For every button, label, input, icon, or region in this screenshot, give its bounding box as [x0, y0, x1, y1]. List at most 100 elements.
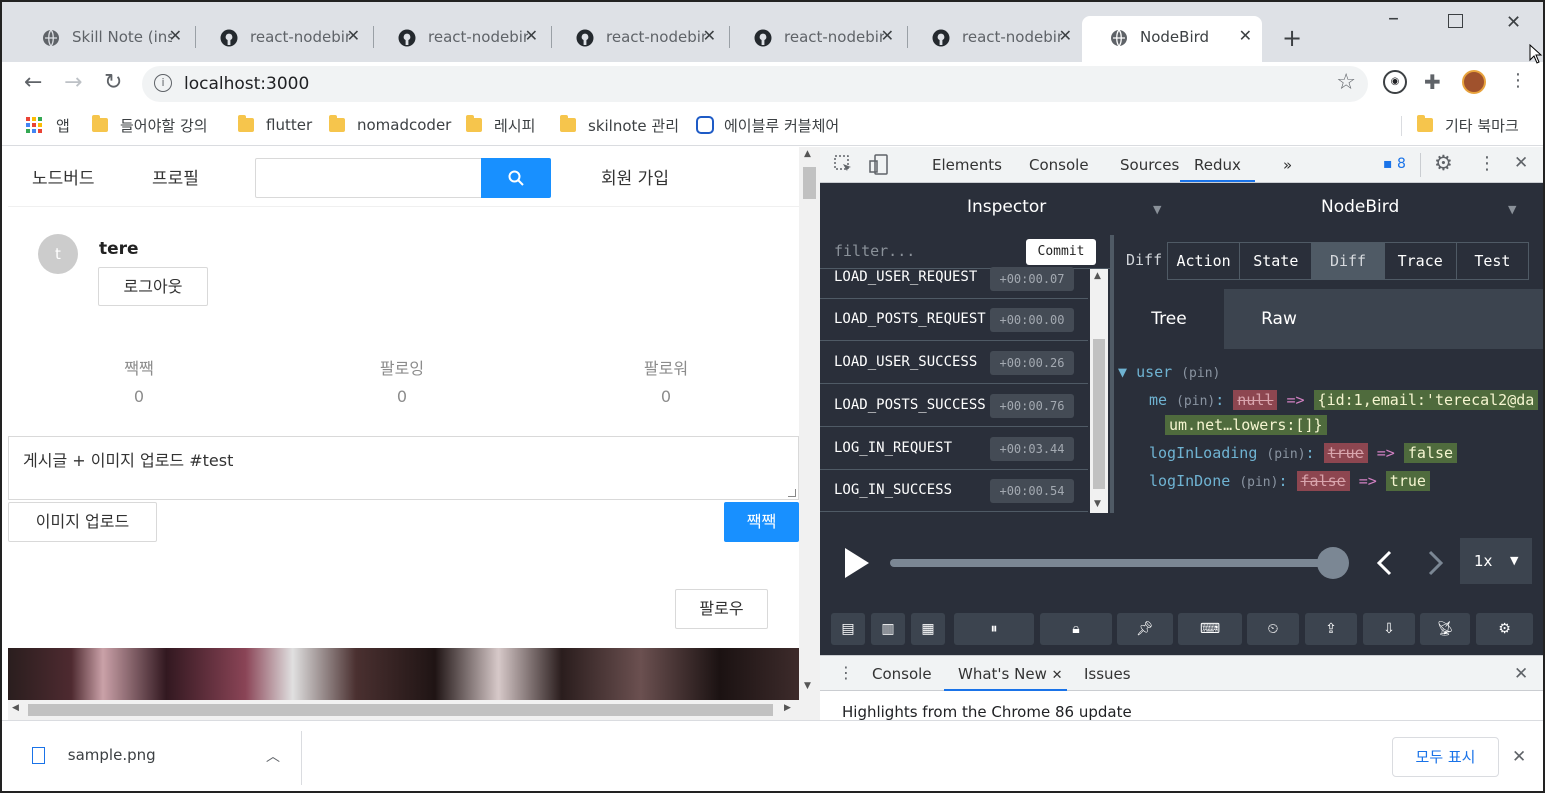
page-vertical-scrollbar[interactable]: ▲ ▼ — [799, 147, 820, 700]
drawer-tab-whats-new[interactable]: What's New ✕ — [944, 665, 1067, 691]
drawer-tab-issues[interactable]: Issues — [1084, 665, 1131, 683]
step-forward-icon[interactable] — [1426, 550, 1444, 576]
logout-button[interactable]: 로그아웃 — [98, 267, 208, 306]
close-icon[interactable]: ✕ — [169, 26, 182, 45]
show-all-button[interactable]: 모두 표시 — [1392, 737, 1499, 777]
keyboard-icon[interactable]: ⌨ — [1178, 613, 1242, 645]
instance-select[interactable]: NodeBird — [1321, 197, 1399, 217]
page-horizontal-scrollbar[interactable]: ◀ ▶ — [8, 700, 820, 720]
search-button[interactable] — [481, 158, 551, 198]
window-close-icon[interactable]: ✕ — [1506, 12, 1521, 33]
device-toolbar-icon[interactable] — [868, 154, 890, 176]
pin-button[interactable]: (pin) — [1239, 475, 1278, 490]
address-bar[interactable]: i localhost:3000 ☆ — [142, 66, 1368, 102]
tab-action[interactable]: Action — [1168, 243, 1241, 279]
tab-sources[interactable]: Sources — [1120, 156, 1179, 174]
scroll-thumb[interactable] — [803, 167, 816, 199]
tree-root[interactable]: ▼ user (pin) — [1118, 363, 1220, 381]
resize-handle[interactable] — [788, 489, 796, 497]
menu-profile[interactable]: 프로필 — [152, 164, 199, 189]
action-filter[interactable]: filter... Commit — [820, 235, 1110, 269]
settings-gear-icon[interactable]: ⚙ — [1476, 613, 1533, 645]
minimize-icon[interactable]: – — [1388, 6, 1399, 31]
inspector-bottom-icon[interactable]: ▦ — [911, 613, 945, 645]
action-item[interactable]: LOAD_USER_SUCCESS +00:00.26 — [820, 343, 1088, 384]
puzzle-icon[interactable]: ✚ — [1424, 70, 1448, 94]
profile-avatar-icon[interactable] — [1462, 70, 1486, 94]
maximize-icon[interactable] — [1448, 14, 1463, 28]
tab-react-nodebird-1[interactable]: react-nodebird ✕ — [192, 16, 370, 62]
bookmark-folder[interactable]: flutter — [238, 114, 312, 136]
new-tab-button[interactable]: + — [1282, 24, 1302, 52]
chevron-down-icon[interactable]: ▼ — [1153, 203, 1161, 216]
tab-react-nodebird-5[interactable]: react-nodebird ✕ — [904, 16, 1082, 62]
tab-react-nodebird-4[interactable]: react-nodebird ✕ — [726, 16, 904, 62]
search-input[interactable] — [255, 158, 482, 198]
tab-diff[interactable]: Diff — [1312, 243, 1385, 279]
scroll-up-icon[interactable]: ▲ — [804, 149, 811, 159]
menu-dots-icon[interactable]: ⋮ — [1506, 70, 1530, 94]
forward-icon[interactable]: → — [64, 70, 82, 95]
menu-home[interactable]: 노드버드 — [32, 164, 95, 189]
scroll-up-icon[interactable]: ▲ — [1094, 271, 1101, 281]
devtools-menu-icon[interactable]: ⋮ — [1478, 153, 1496, 174]
chevron-up-icon[interactable]: ︿ — [266, 746, 280, 766]
inspector-select[interactable]: Inspector — [967, 197, 1046, 217]
lock-icon[interactable]: 🔒︎ — [1040, 613, 1112, 645]
reload-icon[interactable]: ↻ — [104, 70, 122, 95]
inspector-left-icon[interactable]: ▤ — [831, 613, 865, 645]
back-icon[interactable]: ← — [24, 70, 42, 95]
bookmark-folder[interactable]: skilnote 관리 — [560, 114, 679, 136]
bookmark-folder[interactable]: 들어야할 강의 — [92, 114, 208, 136]
commit-button[interactable]: Commit — [1026, 239, 1096, 265]
bookmark-folder[interactable]: 레시피 — [466, 114, 535, 136]
bookmark-link[interactable]: 에이블루 커블체어 — [696, 114, 839, 136]
scroll-right-icon[interactable]: ▶ — [784, 703, 791, 713]
tab-trace[interactable]: Trace — [1385, 243, 1457, 279]
pause-recording-icon[interactable]: ⏸ — [954, 613, 1034, 645]
remote-icon[interactable]: 📡︎ — [1420, 613, 1470, 645]
post-textarea[interactable]: 게시글 + 이미지 업로드 #test — [8, 436, 799, 500]
action-item[interactable]: LOAD_USER_REQUEST +00:00.07 — [820, 267, 1088, 299]
tab-nodebird[interactable]: NodeBird ✕ — [1082, 16, 1262, 62]
drawer-tab-console[interactable]: Console — [872, 665, 932, 683]
scroll-left-icon[interactable]: ◀ — [12, 703, 19, 713]
clock-off-icon[interactable]: ⏲ — [1247, 613, 1299, 645]
pin-icon[interactable]: 📌︎ — [1117, 613, 1173, 645]
upload-icon[interactable]: ⇪ — [1305, 613, 1357, 645]
tab-react-nodebird-2[interactable]: react-nodebird ✕ — [370, 16, 548, 62]
play-icon[interactable] — [843, 547, 871, 579]
scroll-thumb[interactable] — [28, 704, 773, 716]
bookmark-other[interactable]: 기타 북마크 — [1417, 114, 1519, 136]
speed-select[interactable]: 1x ▼ — [1460, 538, 1532, 584]
tab-tree[interactable]: Tree — [1114, 289, 1224, 349]
tab-state[interactable]: State — [1240, 243, 1313, 279]
submit-post-button[interactable]: 짹짹 — [724, 502, 799, 542]
action-item[interactable]: LOG_IN_SUCCESS +00:00.54 — [820, 471, 1088, 512]
close-icon[interactable]: ✕ — [1239, 26, 1252, 45]
tab-react-nodebird-3[interactable]: react-nodebird ✕ — [548, 16, 726, 62]
tab-console[interactable]: Console — [1029, 156, 1089, 174]
action-item[interactable]: LOAD_POSTS_REQUEST +00:00.00 — [820, 300, 1088, 341]
info-icon[interactable]: i — [154, 74, 172, 92]
more-tabs-icon[interactable]: » — [1283, 156, 1292, 174]
tab-raw[interactable]: Raw — [1224, 289, 1334, 349]
bookmark-star-icon[interactable]: ☆ — [1336, 70, 1356, 95]
close-icon[interactable]: ✕ — [525, 26, 538, 45]
scroll-thumb[interactable] — [1093, 339, 1105, 489]
menu-signup[interactable]: 회원 가입 — [601, 164, 669, 189]
tab-skill-note[interactable]: Skill Note (insert ✕ — [14, 16, 192, 62]
pin-button[interactable]: (pin) — [1176, 394, 1215, 409]
close-devtools-icon[interactable]: ✕ — [1514, 153, 1528, 173]
action-item[interactable]: LOAD_POSTS_SUCCESS +00:00.76 — [820, 386, 1088, 427]
close-drawer-icon[interactable]: ✕ — [1514, 664, 1528, 684]
pin-button[interactable]: (pin) — [1266, 447, 1305, 462]
close-icon[interactable]: ✕ — [703, 26, 716, 45]
timeline-slider[interactable] — [890, 559, 1334, 567]
close-icon[interactable]: ✕ — [881, 26, 894, 45]
close-icon[interactable]: ✕ — [1052, 668, 1063, 683]
drawer-menu-icon[interactable]: ⋮ — [838, 663, 854, 682]
inspect-element-icon[interactable] — [834, 155, 854, 175]
step-back-icon[interactable] — [1376, 550, 1394, 576]
slider-handle[interactable] — [1317, 547, 1349, 579]
